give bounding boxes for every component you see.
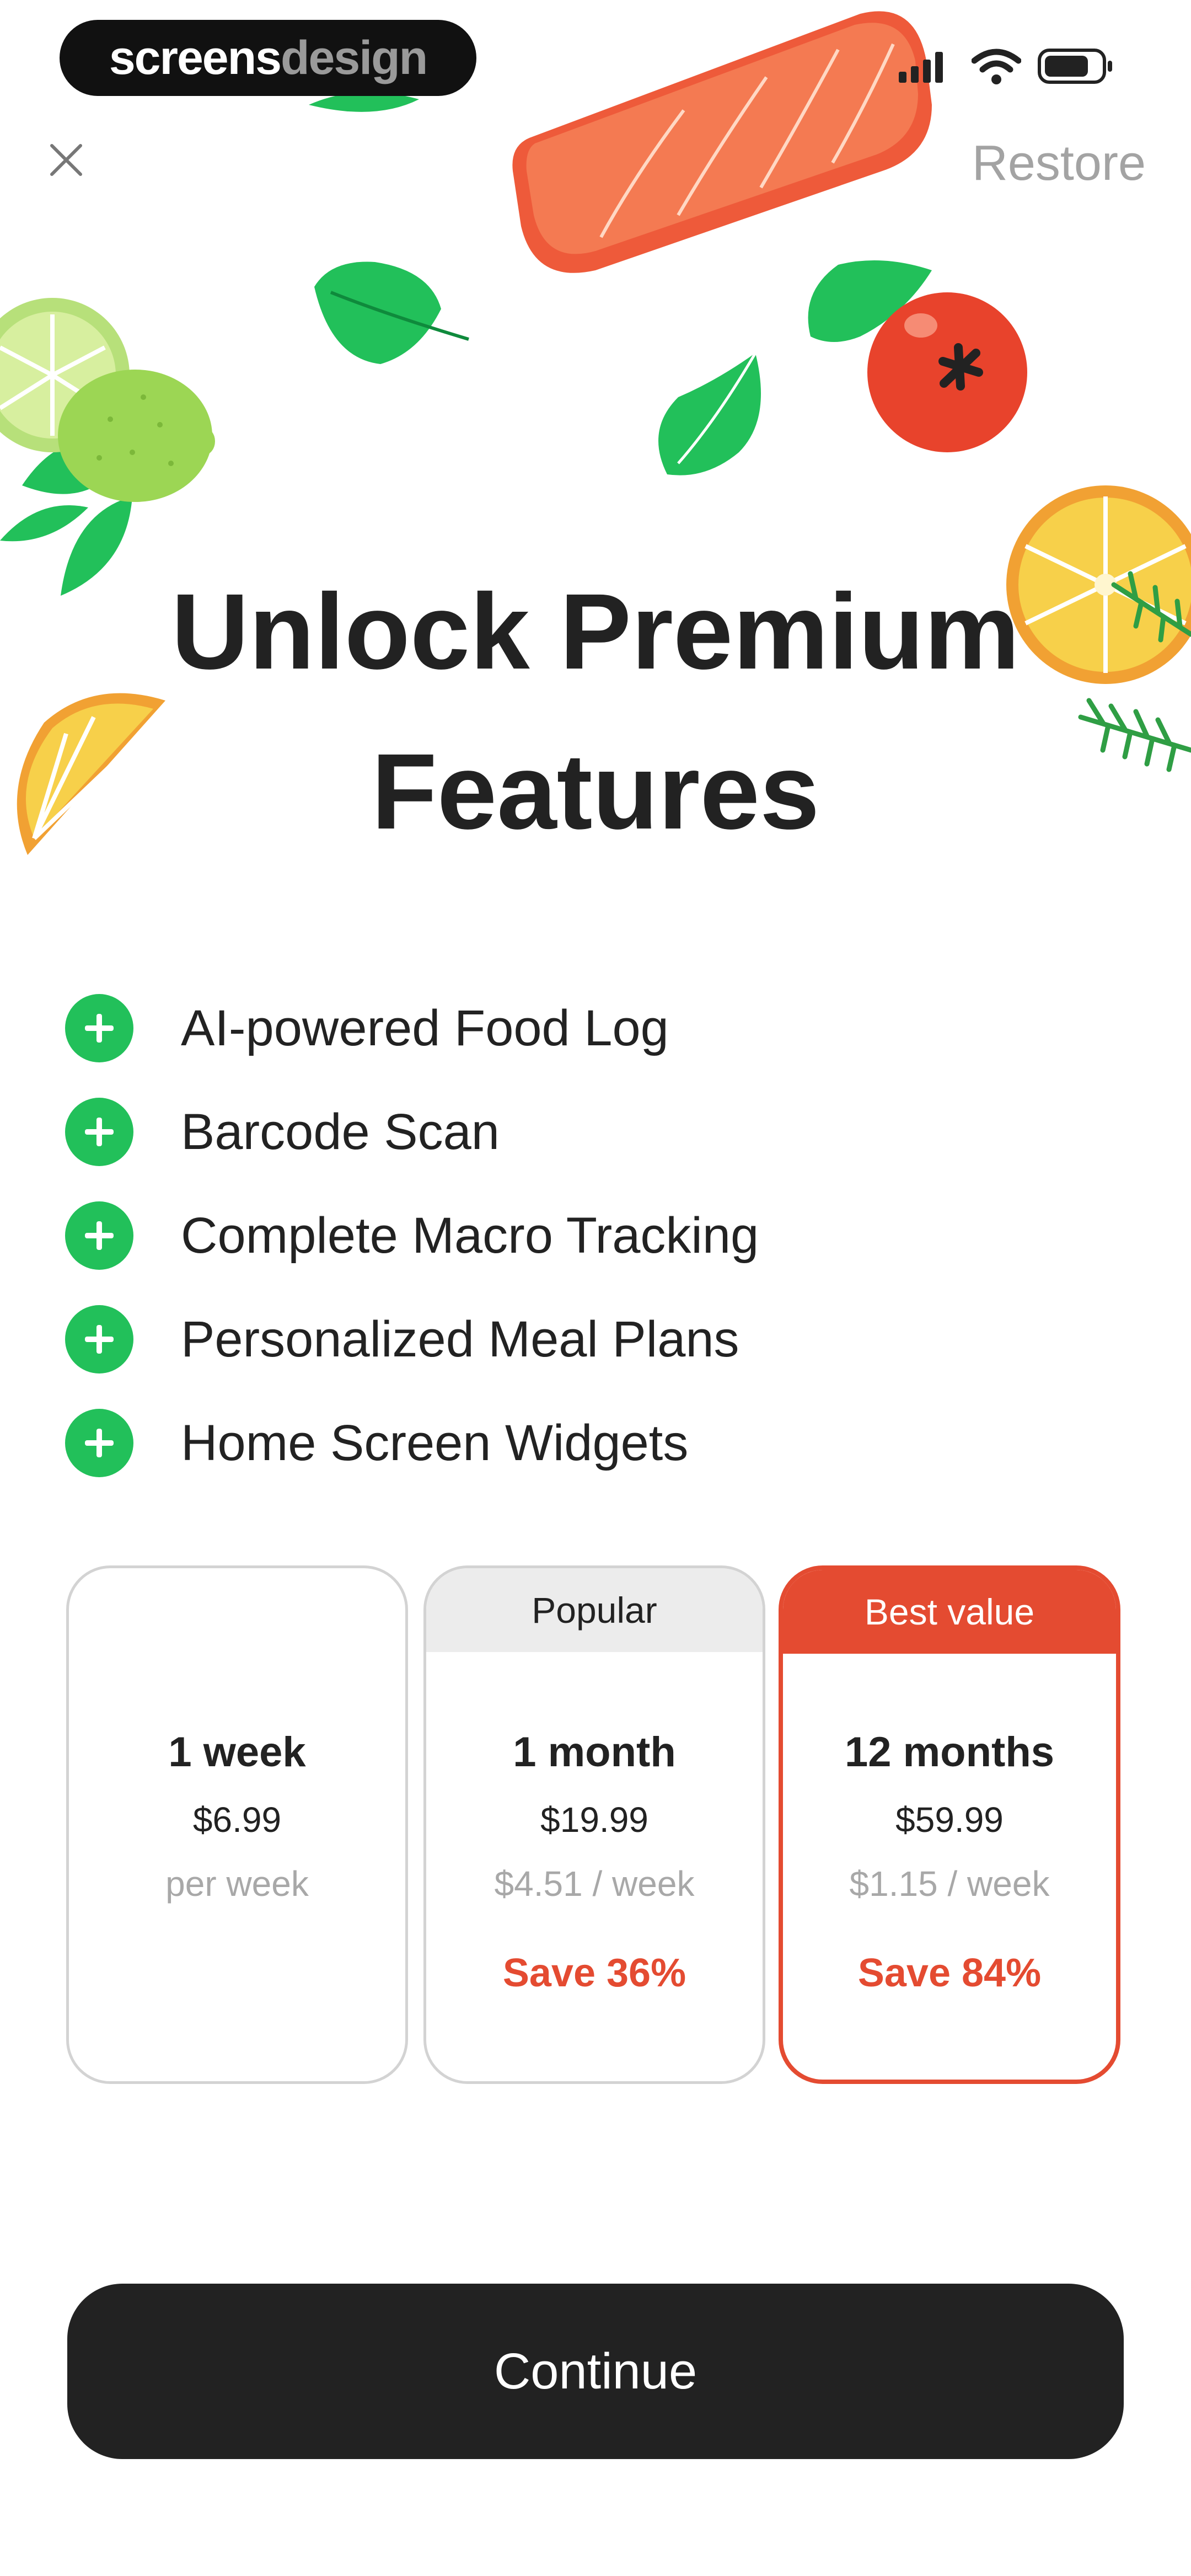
close-icon <box>50 144 82 176</box>
continue-button[interactable]: Continue <box>67 2284 1124 2459</box>
feature-label: AI-powered Food Log <box>181 1000 669 1056</box>
feature-item: Barcode Scan <box>65 1080 1113 1184</box>
feature-label: Barcode Scan <box>181 1103 500 1160</box>
plan-per-week: $1.15 / week <box>849 1864 1050 1904</box>
plan-savings: Save 84% <box>857 1951 1042 1995</box>
restore-button[interactable]: Restore <box>972 135 1146 192</box>
plan-card-body: 1 week $6.99 per week <box>69 1568 405 1904</box>
title-line-2: Features <box>371 731 820 852</box>
feature-label: Complete Macro Tracking <box>181 1207 759 1264</box>
plan-price: $19.99 <box>540 1800 648 1840</box>
plan-card-body: 1 month $19.99 $4.51 / week Save 36% <box>426 1652 763 1996</box>
plan-per-week: $4.51 / week <box>494 1864 695 1904</box>
feature-item: AI-powered Food Log <box>65 976 1113 1080</box>
signal-icon <box>899 52 943 83</box>
salmon-illustration <box>512 11 932 273</box>
page-title: Unlock Premium Features <box>0 552 1191 872</box>
plan-card-weekly[interactable]: 1 week $6.99 per week <box>66 1565 408 2084</box>
plus-icon <box>65 994 133 1062</box>
best-value-badge: Best value <box>783 1570 1116 1654</box>
plan-price: $59.99 <box>895 1800 1004 1840</box>
plan-card-body: 12 months $59.99 $1.15 / week Save 84% <box>783 1654 1116 1996</box>
lime-illustration <box>0 298 215 596</box>
plan-duration: 12 months <box>844 1729 1055 1776</box>
plan-duration: 1 month <box>513 1729 676 1776</box>
brand-text-primary: screens <box>109 31 282 84</box>
plan-price: $6.99 <box>192 1800 282 1840</box>
close-button[interactable] <box>39 132 94 188</box>
wifi-icon <box>972 49 1021 84</box>
title-line-1: Unlock Premium <box>171 571 1020 692</box>
brand-text-secondary: design <box>281 31 428 84</box>
feature-label: Personalized Meal Plans <box>181 1311 739 1367</box>
popular-badge: Popular <box>426 1568 763 1652</box>
feature-item: Home Screen Widgets <box>65 1391 1113 1495</box>
feature-item: Complete Macro Tracking <box>65 1184 1113 1287</box>
plan-card-monthly[interactable]: Popular 1 month $19.99 $4.51 / week Save… <box>423 1565 765 2084</box>
plus-icon <box>65 1201 133 1270</box>
plus-icon <box>65 1409 133 1477</box>
feature-item: Personalized Meal Plans <box>65 1287 1113 1391</box>
plan-card-yearly[interactable]: Best value 12 months $59.99 $1.15 / week… <box>779 1565 1120 2084</box>
feature-list: AI-powered Food Log Barcode Scan Complet… <box>65 976 1113 1495</box>
battery-icon <box>1038 49 1112 84</box>
plus-icon <box>65 1305 133 1373</box>
plan-duration: 1 week <box>168 1729 306 1776</box>
brand-logo: screens design <box>60 20 476 96</box>
plus-icon <box>65 1098 133 1166</box>
plan-savings: Save 36% <box>502 1951 686 1995</box>
feature-label: Home Screen Widgets <box>181 1414 689 1471</box>
plan-per-week: per week <box>165 1864 309 1904</box>
tomato-illustration <box>867 292 1027 452</box>
